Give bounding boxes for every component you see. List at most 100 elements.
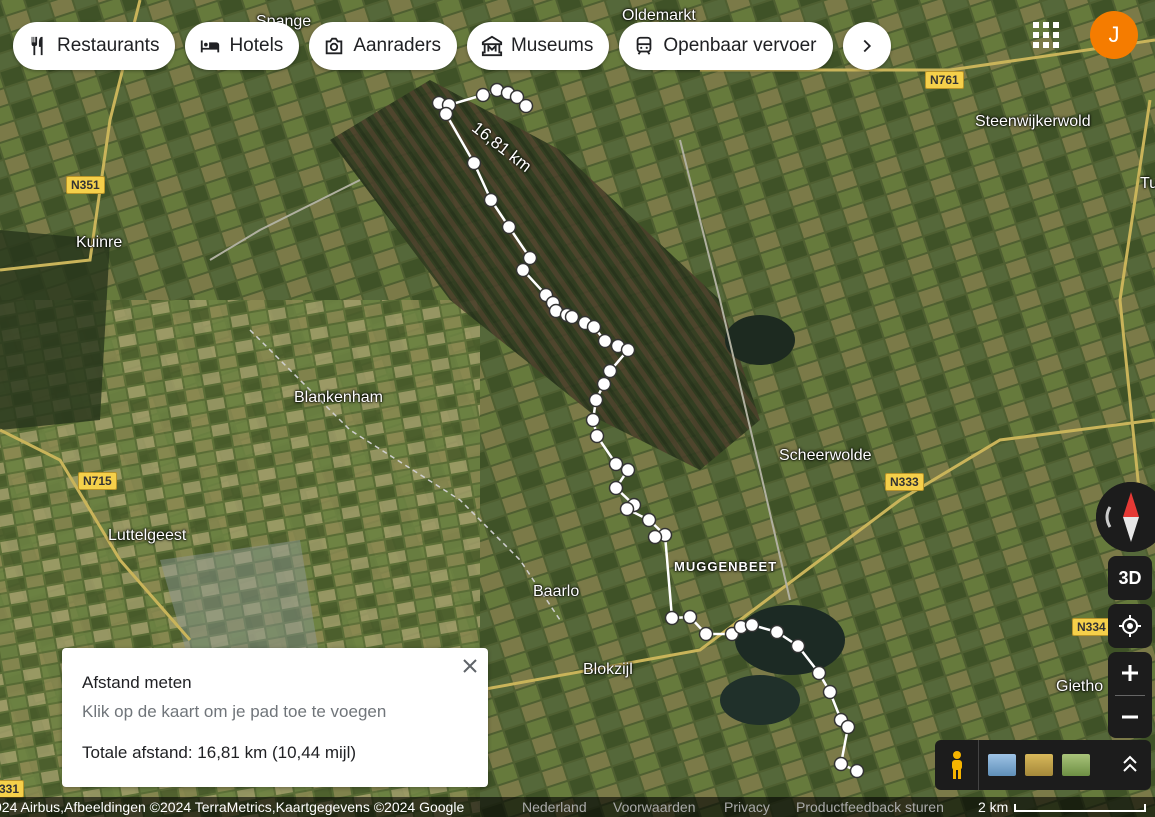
road-shield-n761: N761 <box>925 71 964 89</box>
place-label-baarlo: Baarlo <box>533 583 580 600</box>
route-point[interactable] <box>602 363 618 379</box>
route-point[interactable] <box>620 462 636 478</box>
location-crosshair-icon <box>1119 615 1141 637</box>
road-shield-n334: N334 <box>1072 618 1111 636</box>
layer-terrain-thumbnail[interactable] <box>988 754 1016 776</box>
privacy-link[interactable]: Privacy <box>724 799 770 815</box>
place-label-giethoorn: Gietho <box>1056 678 1104 695</box>
place-label-kuinre: Kuinre <box>76 234 123 251</box>
layer-satellite-thumbnail[interactable] <box>1062 754 1090 776</box>
route-point[interactable] <box>475 87 491 103</box>
route-point[interactable] <box>597 333 613 349</box>
route-point[interactable] <box>698 626 714 642</box>
chip-aanraders[interactable]: Aanraders <box>309 22 457 70</box>
road-shield-n351: N351 <box>66 176 105 194</box>
close-panel-button[interactable] <box>458 654 482 678</box>
route-point[interactable] <box>849 763 865 779</box>
road-shield-n331: 331 <box>0 780 25 798</box>
transit-icon <box>637 36 652 55</box>
layer-traffic-thumbnail[interactable] <box>1025 754 1053 776</box>
restaurant-icon <box>31 36 43 56</box>
route-point[interactable] <box>647 529 663 545</box>
chip-hotels[interactable]: Hotels <box>185 22 300 70</box>
route-point[interactable] <box>564 309 580 325</box>
account-avatar[interactable]: J <box>1090 11 1138 59</box>
attribution-text: 024 Airbus,Afbeeldingen ©2024 TerraMetri… <box>0 799 465 815</box>
road-shield-n715: N715 <box>78 472 117 490</box>
feedback-link[interactable]: Productfeedback sturen <box>796 799 944 815</box>
route-point[interactable] <box>790 638 806 654</box>
route-point[interactable] <box>833 756 849 772</box>
route-point[interactable] <box>596 376 612 392</box>
route-point[interactable] <box>438 106 454 122</box>
route-point[interactable] <box>588 392 604 408</box>
chip-label: Museums <box>510 35 594 56</box>
terms-link[interactable]: Voorwaarden <box>613 799 696 815</box>
apps-grid-icon[interactable] <box>1031 20 1061 50</box>
route-point[interactable] <box>501 219 517 235</box>
route-point[interactable] <box>483 192 499 208</box>
measure-distance-panel: Afstand meten Klik op de kaart om je pad… <box>62 648 488 787</box>
zoom-in-button[interactable] <box>1108 652 1152 695</box>
country-link[interactable]: Nederland <box>522 799 587 815</box>
layers-bar <box>935 740 1151 790</box>
place-label-scheerwolde: Scheerwolde <box>779 447 872 464</box>
route-point[interactable] <box>744 617 760 633</box>
route-point[interactable] <box>608 480 624 496</box>
scale-bar-line <box>1014 804 1147 812</box>
route-point[interactable] <box>811 665 827 681</box>
route-point[interactable] <box>769 624 785 640</box>
map-footer: 024 Airbus,Afbeeldingen ©2024 TerraMetri… <box>0 797 1155 817</box>
route-point[interactable] <box>682 609 698 625</box>
route-point[interactable] <box>466 155 482 171</box>
route-point[interactable] <box>589 428 605 444</box>
place-label-muggenbeet: MUGGENBEET <box>674 559 778 574</box>
chip-openbaar-vervoer[interactable]: Openbaar vervoer <box>619 22 833 70</box>
pegman-icon <box>951 751 962 779</box>
place-label-tuk: Tu <box>1140 175 1155 192</box>
museum-icon <box>481 35 503 57</box>
road-shield-n333: N333 <box>885 473 924 491</box>
route-point[interactable] <box>619 501 635 517</box>
3d-toggle-button[interactable]: 3D <box>1108 556 1152 600</box>
route-point[interactable] <box>586 319 602 335</box>
hotel-icon <box>201 40 220 53</box>
chip-label: Openbaar vervoer <box>663 35 817 56</box>
chevron-right-icon <box>863 39 871 53</box>
total-distance: Totale afstand: 16,81 km (10,44 mijl) <box>82 743 357 762</box>
panel-title: Afstand meten <box>82 673 192 692</box>
close-icon <box>463 659 477 673</box>
chips-next-button[interactable] <box>842 22 891 70</box>
chip-label: Hotels <box>229 35 284 56</box>
place-label-steenwijkerwold: Steenwijkerwold <box>975 113 1091 130</box>
zoom-controls <box>1108 652 1152 738</box>
camera-icon <box>326 37 343 55</box>
chip-restaurants[interactable]: Restaurants <box>13 22 176 70</box>
zoom-out-button[interactable] <box>1108 695 1152 738</box>
place-label-blokzijl: Blokzijl <box>583 661 633 678</box>
route-point[interactable] <box>585 412 601 428</box>
route-point[interactable] <box>522 250 538 266</box>
route-point[interactable] <box>515 262 531 278</box>
pegman-button[interactable] <box>935 740 979 790</box>
chip-label: Aanraders <box>353 35 441 56</box>
route-point[interactable] <box>620 342 636 358</box>
place-label-blankenham: Blankenham <box>294 389 383 406</box>
category-chips: Restaurants Hotels Aanraders Museums Ope… <box>13 22 891 70</box>
scale-bar[interactable]: 2 km <box>978 797 1147 817</box>
route-point[interactable] <box>822 684 838 700</box>
chip-museums[interactable]: Museums <box>466 22 610 70</box>
panel-hint: Klik op de kaart om je pad toe te voegen <box>82 702 387 721</box>
route-point[interactable] <box>518 98 534 114</box>
scale-label: 2 km <box>978 799 1009 815</box>
chip-label: Restaurants <box>57 35 160 56</box>
route-point[interactable] <box>608 456 624 472</box>
my-location-button[interactable] <box>1108 604 1152 648</box>
route-point[interactable] <box>664 610 680 626</box>
minus-icon <box>1122 715 1138 719</box>
place-label-luttelgeest: Luttelgeest <box>108 527 187 544</box>
chevron-up-icon[interactable] <box>1121 752 1139 776</box>
route-point[interactable] <box>641 512 657 528</box>
plus-icon <box>1122 665 1138 682</box>
route-point[interactable] <box>840 719 856 735</box>
